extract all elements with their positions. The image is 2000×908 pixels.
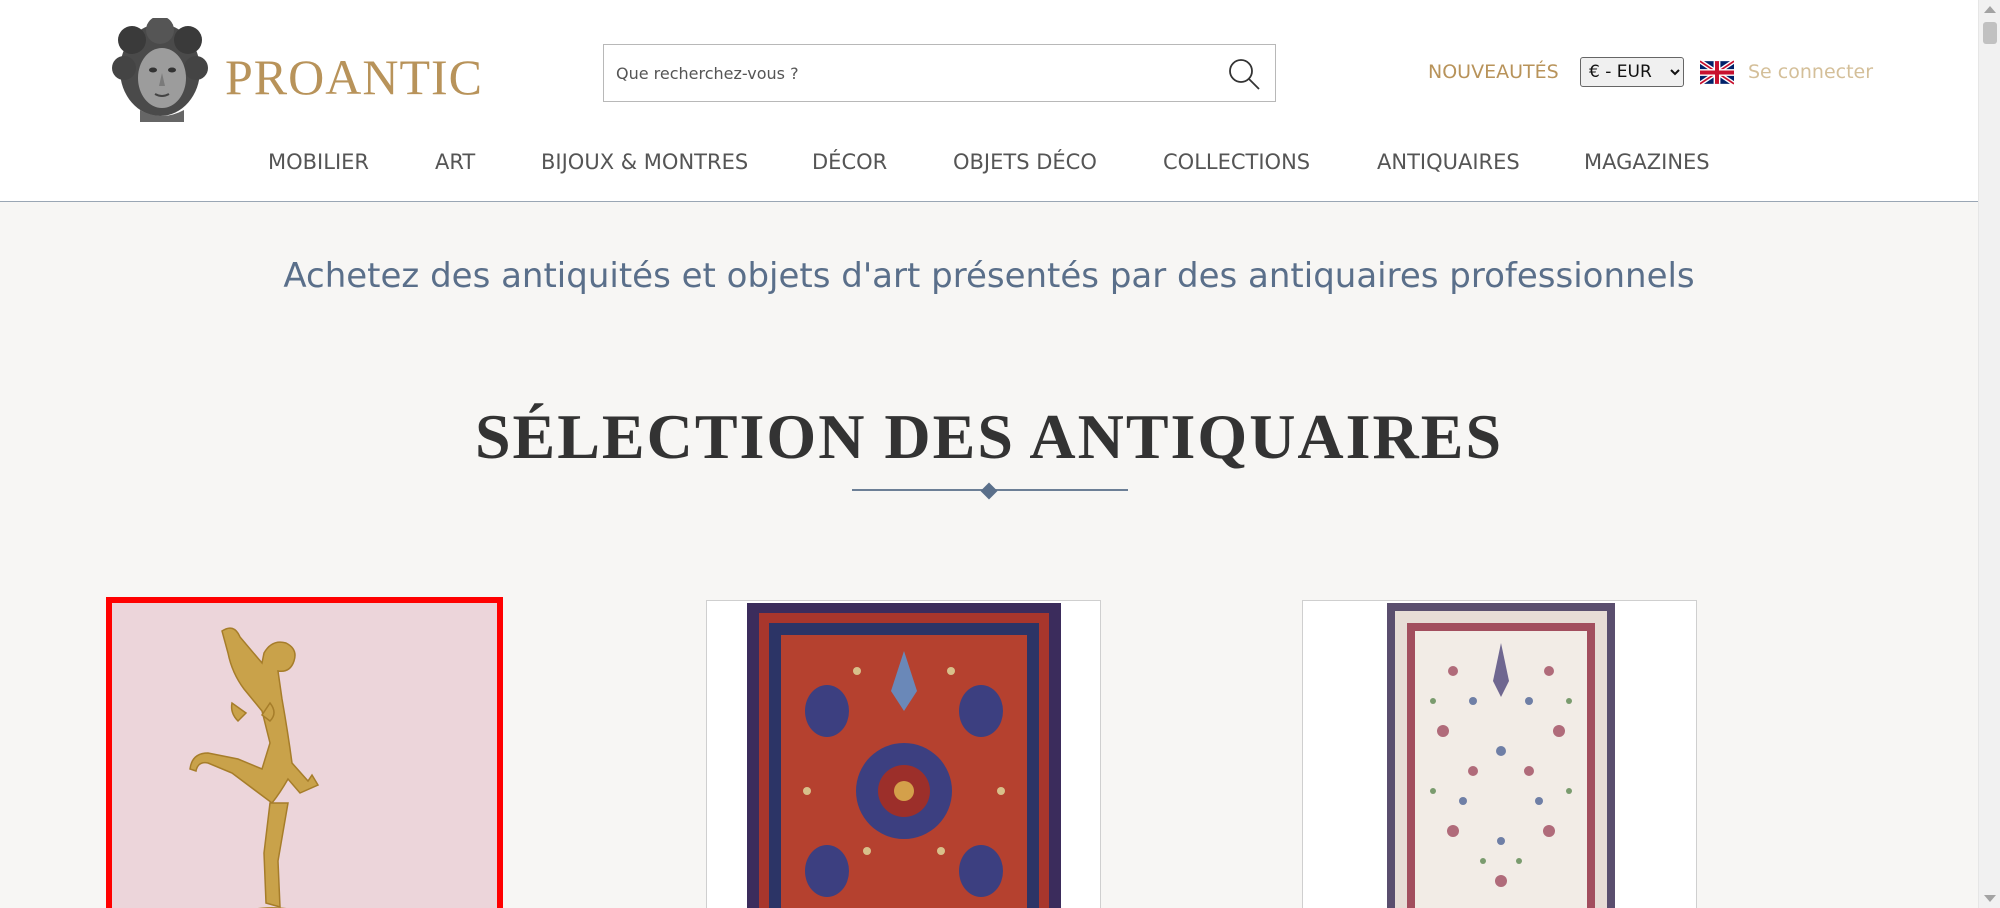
tagline: Achetez des antiquités et objets d'art p… [283, 256, 1695, 296]
divider-diamond-icon [980, 482, 998, 500]
nav-item-magazines[interactable]: MAGAZINES [1584, 150, 1710, 174]
nav-item-decor[interactable]: DÉCOR [812, 150, 887, 174]
scroll-down-arrow-icon[interactable] [1984, 895, 1996, 902]
nav-item-bijoux-montres[interactable]: BIJOUX & MONTRES [541, 150, 748, 174]
logo-text: PROANTIC [225, 49, 484, 105]
search-icon[interactable] [1227, 57, 1261, 91]
section-title: SÉLECTION DES ANTIQUAIRES [474, 401, 1504, 472]
nav-item-mobilier[interactable]: MOBILIER [268, 150, 369, 174]
nav-item-art[interactable]: ART [435, 150, 475, 174]
red-rug-image [707, 601, 1100, 908]
login-link[interactable]: Se connecter [1748, 61, 1873, 83]
site-header: PROANTIC NOUVEAUTÉS € - EUR Se connecter… [0, 0, 1978, 202]
new-arrivals-link[interactable]: NOUVEAUTÉS [1428, 61, 1559, 83]
logo-head-icon [112, 18, 208, 122]
logo[interactable]: PROANTIC [110, 18, 482, 128]
scroll-up-arrow-icon[interactable] [1984, 6, 1996, 13]
vertical-scrollbar[interactable] [1978, 0, 2000, 908]
sculpture-image [112, 603, 497, 908]
ivory-rug-image [1303, 601, 1696, 908]
nav-item-antiquaires[interactable]: ANTIQUAIRES [1377, 150, 1520, 174]
search-input[interactable] [616, 45, 1196, 101]
search-box [603, 44, 1276, 102]
main-nav: MOBILIER ART BIJOUX & MONTRES DÉCOR OBJE… [0, 150, 1978, 180]
nav-item-collections[interactable]: COLLECTIONS [1163, 150, 1310, 174]
nav-item-objets-deco[interactable]: OBJETS DÉCO [953, 150, 1097, 174]
product-card-red-rug[interactable] [706, 600, 1101, 908]
scrollbar-thumb[interactable] [1983, 22, 1997, 44]
product-card-ivory-rug[interactable] [1302, 600, 1697, 908]
uk-flag-icon[interactable] [1700, 60, 1734, 85]
product-card-sculpture[interactable] [106, 597, 503, 908]
currency-select[interactable]: € - EUR [1580, 57, 1684, 87]
